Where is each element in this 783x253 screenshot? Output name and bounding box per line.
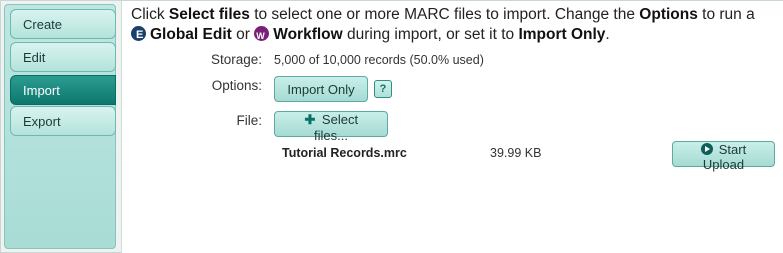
file-size: 39.99 KB — [490, 146, 542, 160]
intro-options: Options — [639, 6, 698, 23]
tab-import[interactable]: Import — [10, 75, 116, 105]
plus-icon: ✚ — [304, 112, 316, 127]
sidebar: Create Edit Import Export — [4, 4, 116, 249]
intro-select-files: Select files — [168, 6, 250, 23]
file-label: File: — [236, 113, 262, 128]
import-panel: Click Select files to select one or more… — [121, 1, 783, 253]
intro-text-6: . — [605, 26, 610, 43]
tab-import-label: Import — [23, 83, 60, 98]
upload-icon — [700, 143, 713, 155]
intro-text-5: during import, or set it to — [342, 26, 519, 43]
file-name: Tutorial Records.mrc — [282, 146, 407, 160]
help-button[interactable]: ? — [374, 80, 392, 98]
select-files-label: Select files... — [314, 112, 359, 143]
tab-edit-label: Edit — [23, 50, 46, 65]
tab-create[interactable]: Create — [10, 9, 116, 39]
start-upload-button[interactable]: Start Upload — [672, 141, 775, 172]
intro-text-2: to select one or more MARC files to impo… — [249, 6, 640, 23]
select-files-button[interactable]: ✚ Select files... — [274, 111, 388, 143]
tab-export[interactable]: Export — [10, 106, 116, 136]
import-window: Create Edit Import Export Click Select f… — [0, 0, 783, 253]
intro-workflow: Workflow — [273, 26, 343, 43]
intro-import-only: Import Only — [518, 26, 606, 43]
instructions-text: Click Select files to select one or more… — [131, 5, 781, 46]
tab-edit[interactable]: Edit — [10, 42, 116, 72]
intro-global-edit: Global Edit — [150, 26, 232, 43]
intro-text-4: or — [231, 26, 255, 43]
global-edit-icon — [131, 25, 146, 45]
workflow-icon — [254, 26, 270, 46]
options-label: Options: — [211, 78, 262, 93]
intro-text-3: to run a — [697, 6, 755, 23]
storage-value: 5,000 of 10,000 records (50.0% used) — [274, 53, 484, 67]
import-only-button[interactable]: Import Only — [274, 76, 368, 102]
storage-label: Storage: — [210, 52, 262, 67]
tab-export-label: Export — [23, 114, 61, 129]
intro-text-1: Click — [131, 6, 169, 23]
tab-create-label: Create — [23, 17, 63, 32]
